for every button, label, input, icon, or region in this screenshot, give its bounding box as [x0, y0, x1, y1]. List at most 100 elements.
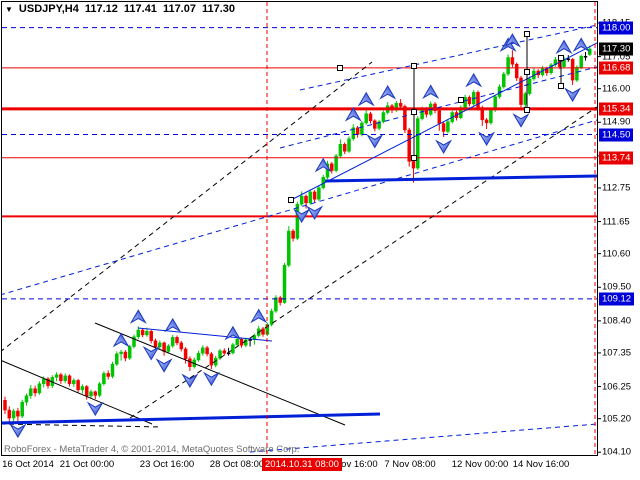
- candle: [571, 58, 574, 85]
- object-handle[interactable]: [459, 98, 464, 103]
- candle: [47, 377, 50, 389]
- candle: [274, 295, 277, 313]
- chart-canvas[interactable]: [0, 0, 640, 480]
- candle-body: [94, 392, 97, 396]
- fractal-down-icon: [480, 133, 494, 145]
- trendline[interactable]: [250, 424, 597, 452]
- candle: [378, 120, 381, 130]
- price-level-label: 115.34: [599, 102, 633, 115]
- chart-title: ▼ USDJPY,H4 117.12 117.41 117.07 117.30: [5, 3, 235, 15]
- candle-body: [29, 389, 32, 396]
- candle: [98, 382, 101, 397]
- object-handle[interactable]: [559, 84, 564, 89]
- price-tick-label: 116.00: [602, 83, 630, 94]
- trendline[interactable]: [95, 323, 345, 425]
- object-handle[interactable]: [412, 156, 417, 161]
- fractal-down-icon: [88, 403, 102, 415]
- fractal-down-icon: [144, 347, 158, 359]
- candle: [94, 391, 97, 400]
- fractal-down-icon: [204, 373, 218, 385]
- candle: [90, 390, 93, 399]
- object-handle[interactable]: [525, 32, 530, 37]
- candle: [330, 162, 333, 174]
- candle-body: [59, 375, 62, 381]
- candle-body: [567, 59, 570, 60]
- trendline[interactable]: [138, 328, 272, 341]
- plot-layers: [0, 2, 597, 454]
- trendline[interactable]: [325, 176, 597, 181]
- object-handle[interactable]: [289, 198, 294, 203]
- candle-body: [515, 64, 518, 78]
- time-tick-label: 14 Nov 16:00: [513, 459, 570, 470]
- candle-body: [343, 144, 346, 151]
- candle-body: [150, 331, 153, 340]
- object-handle[interactable]: [559, 56, 564, 61]
- candle-body: [571, 59, 574, 80]
- candle-body: [4, 400, 7, 410]
- fractal-up-icon: [166, 319, 180, 331]
- trendline[interactable]: [0, 62, 372, 352]
- trendline[interactable]: [130, 107, 597, 418]
- candle-body: [55, 375, 58, 378]
- fractal-up-icon: [252, 310, 266, 322]
- price-tick-label: 105.20: [602, 413, 631, 424]
- price-level-label: 117.30: [599, 42, 633, 55]
- horizontal-levels-layer[interactable]: [2, 28, 597, 299]
- candle: [72, 378, 75, 387]
- candle-body: [524, 94, 527, 105]
- candle-body: [348, 139, 351, 152]
- object-handle[interactable]: [412, 64, 417, 69]
- object-handle[interactable]: [525, 108, 530, 113]
- candle: [244, 338, 247, 347]
- candle: [292, 229, 295, 241]
- trendline[interactable]: [300, 25, 597, 90]
- candle: [511, 50, 514, 67]
- candle-body: [580, 56, 583, 67]
- object-handle[interactable]: [525, 70, 530, 75]
- fractal-up-icon: [574, 38, 588, 50]
- candle: [309, 189, 312, 204]
- candle: [279, 296, 282, 306]
- candle-body: [184, 349, 187, 359]
- candle: [21, 400, 24, 418]
- candle-body: [489, 110, 492, 123]
- candle-body: [38, 384, 41, 393]
- candle-body: [34, 389, 37, 393]
- candle-body: [584, 56, 587, 57]
- candle-body: [128, 347, 131, 359]
- candle-body: [90, 392, 93, 396]
- time-highlight-label: 2014.10.31 08:00: [262, 458, 342, 471]
- candle-body: [296, 204, 299, 238]
- candle-body: [188, 359, 191, 367]
- object-handle[interactable]: [412, 110, 417, 115]
- object-handle[interactable]: [338, 66, 343, 71]
- fractal-down-icon: [368, 135, 382, 147]
- candle: [59, 373, 62, 384]
- candle: [206, 346, 209, 356]
- price-tick-label: 112.75: [602, 182, 630, 193]
- candle: [515, 62, 518, 81]
- symbol-dropdown-icon[interactable]: ▼: [5, 4, 13, 15]
- candle-body: [382, 113, 385, 122]
- fractal-down-icon: [157, 360, 171, 372]
- candle: [313, 190, 316, 203]
- candle-body: [317, 188, 320, 200]
- symbol-period-label: USDJPY,H4: [19, 3, 79, 15]
- candle: [231, 343, 234, 355]
- candle: [584, 52, 587, 61]
- candle-body: [85, 387, 88, 396]
- fractal-down-icon: [11, 425, 25, 437]
- candle: [468, 95, 471, 106]
- price-tick-label: 110.60: [602, 248, 630, 259]
- candle: [283, 263, 286, 304]
- candle-body: [464, 97, 467, 107]
- candle-body: [12, 411, 15, 418]
- candle: [408, 128, 411, 167]
- candle: [528, 76, 531, 95]
- trendline[interactable]: [0, 414, 380, 423]
- candle: [25, 394, 28, 406]
- candle-body: [309, 192, 312, 203]
- candle-body: [339, 144, 342, 156]
- candle-body: [111, 364, 114, 376]
- candle-body: [223, 351, 226, 353]
